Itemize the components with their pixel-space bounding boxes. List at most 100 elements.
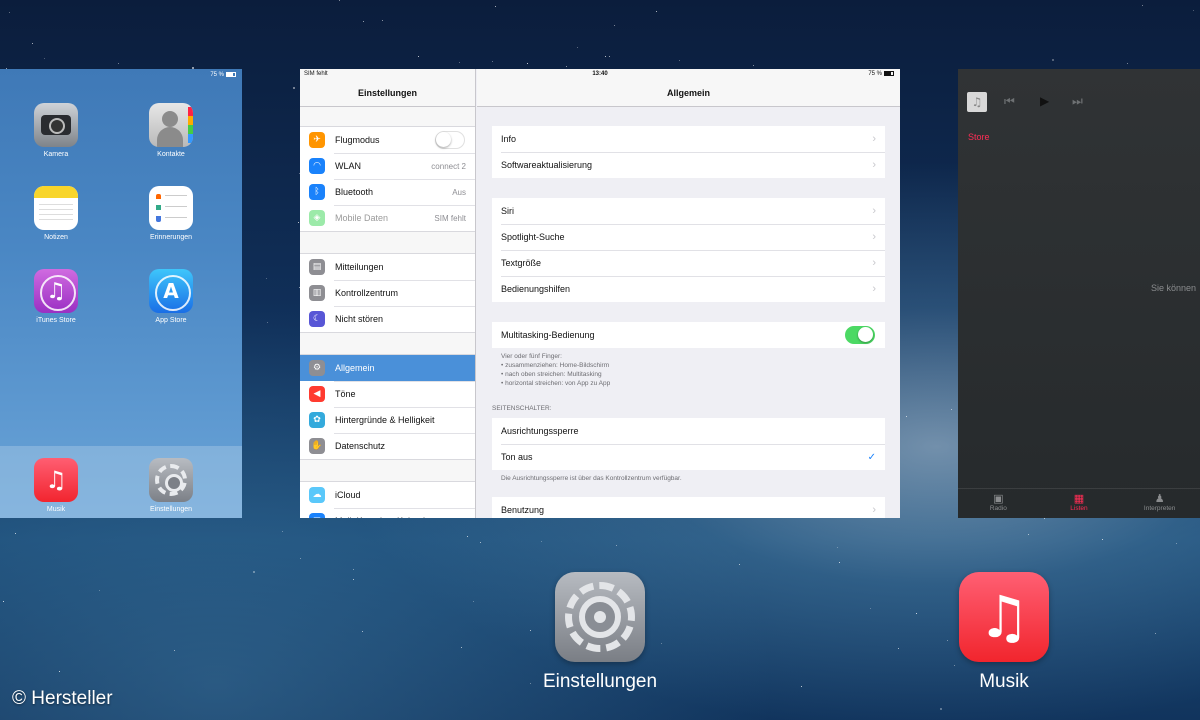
star [492, 61, 493, 62]
row-label: Textgröße [501, 258, 542, 268]
star [362, 631, 363, 632]
settings-group: ✈ Flugmodus ◠ WLAN connect 2 ᛒ Bluetooth Aus ◈ Mo… [300, 126, 475, 232]
app-kamera[interactable]: Kamera [26, 103, 86, 158]
tab-listen[interactable]: ▦ Listen [1049, 489, 1109, 518]
settings-icon [555, 572, 645, 662]
row-accessibility[interactable]: Bedienungshilfen › [492, 276, 885, 302]
contacts-icon [149, 103, 193, 147]
star [473, 601, 474, 602]
star [566, 66, 567, 67]
settings-row-mitteilungen[interactable]: ▤ Mitteilungen [300, 254, 475, 280]
settings-row-icloud[interactable]: ☁ iCloud [300, 482, 475, 508]
app-card-home-screen[interactable]: 75 % Kamera Kontakte Notizen Erinnerunge… [0, 69, 242, 518]
star [1028, 534, 1029, 535]
switcher-app-einstellungen[interactable]: Einstellungen [500, 572, 700, 693]
app-label: Kontakte [157, 151, 185, 158]
app-itunes-store[interactable]: ♫ iTunes Store [26, 269, 86, 324]
row-text-size[interactable]: Textgröße › [492, 250, 885, 276]
row-value: Aus [452, 187, 466, 197]
switcher-app-musik[interactable]: ♫ Musik [904, 572, 1104, 693]
settings-list: ✈ Flugmodus ◠ WLAN connect 2 ᛒ Bluetooth Aus ◈ Mo… [300, 126, 475, 518]
star [44, 58, 45, 59]
settings-row-hintergründe-helligkeit[interactable]: ✿ Hintergründe & Helligkeit [300, 407, 475, 433]
note-line: • horizontal streichen: von App zu App [501, 380, 611, 387]
app-label: Einstellungen [542, 671, 658, 692]
star [253, 571, 255, 573]
tab-interpreten[interactable]: ♟ Interpreten [1130, 489, 1190, 518]
artist-icon: ♟ [1154, 492, 1165, 505]
app-erinnerungen[interactable]: Erinnerungen [141, 186, 201, 241]
camera-icon [34, 103, 78, 147]
star [614, 25, 615, 26]
bluetooth-icon: ᛒ [309, 184, 325, 200]
row-spotlight[interactable]: Spotlight-Suche › [492, 224, 885, 250]
mail-icon: ✉ [309, 513, 325, 518]
app-label: Kamera [43, 151, 69, 158]
store-link[interactable]: Store [968, 132, 990, 142]
star [353, 579, 354, 580]
star [459, 62, 460, 63]
row-label: Benutzung [501, 505, 545, 515]
itunes-store-icon: ♫ [34, 269, 78, 313]
settings-row-mail-kontakte-kalender[interactable]: ✉ Mail, Kontakte, Kalender [300, 508, 475, 518]
row-orientation-lock[interactable]: Ausrichtungssperre [492, 418, 885, 444]
battery-status: 75 % [868, 71, 894, 77]
star [739, 564, 740, 565]
chevron-right-icon: › [872, 133, 876, 145]
control-center-icon: ▥ [309, 285, 325, 301]
settings-row-allgemein[interactable]: ⚙ Allgemein [300, 355, 475, 381]
row-label: Ton aus [501, 452, 533, 462]
row-label: WLAN [335, 161, 362, 171]
app-card-settings[interactable]: Einstellungen ✈ Flugmodus ◠ WLAN connect 2ᛒB… [300, 69, 900, 518]
row-label: Hintergründe & Helligkeit [335, 415, 435, 425]
row-siri[interactable]: Siri › [492, 198, 885, 224]
airplane-mode-toggle[interactable] [435, 131, 465, 149]
chevron-right-icon: › [872, 504, 876, 516]
multitasking-toggle[interactable] [845, 326, 875, 344]
app-store-icon: A [149, 269, 193, 313]
star [1193, 10, 1194, 11]
settings-row-kontrollzentrum[interactable]: ▥ Kontrollzentrum [300, 280, 475, 306]
row-info[interactable]: Info › [492, 126, 885, 152]
app-app-store[interactable]: A App Store [141, 269, 201, 324]
note-line: • zusammenziehen: Home-Bildschirm [501, 362, 610, 369]
star [898, 648, 899, 649]
star [363, 21, 364, 22]
play-icon[interactable]: ▶ [1040, 94, 1049, 108]
app-notizen[interactable]: Notizen [26, 186, 86, 241]
star [32, 43, 33, 44]
previous-track-icon[interactable]: ⏮ [1004, 94, 1015, 109]
dock-app-musik[interactable]: ♫ Musik [26, 458, 86, 513]
settings-row-datenschutz[interactable]: ✋ Datenschutz [300, 433, 475, 459]
star [495, 6, 496, 7]
next-track-icon[interactable]: ⏭ [1072, 94, 1083, 109]
settings-row-bluetooth[interactable]: ᛒ Bluetooth Aus [300, 179, 475, 205]
tab-radio[interactable]: ▣ Radio [968, 489, 1028, 518]
row-usage[interactable]: Benutzung › [492, 497, 885, 518]
hand-icon: ✋ [309, 438, 325, 454]
app-kontakte[interactable]: Kontakte [141, 103, 201, 158]
row-label: Info [501, 134, 517, 144]
settings-row-mobile-daten[interactable]: ◈ Mobile Daten SIM fehlt [300, 205, 475, 231]
row-mute[interactable]: Ton aus ✓ [492, 444, 885, 470]
star [266, 278, 267, 279]
row-software-update[interactable]: Softwareaktualisierung › [492, 152, 885, 178]
music-icon: ♫ [34, 458, 78, 502]
app-label: Musik [46, 506, 66, 513]
app-card-music[interactable]: ♫ ⏮ ▶ ⏭ Store Sie können ▣ Radio ▦ Listen … [958, 69, 1200, 518]
settings-row-nicht-stören[interactable]: ☾ Nicht stören [300, 306, 475, 332]
detail-group-side-switch: Ausrichtungssperre Ton aus ✓ [492, 418, 885, 470]
dock-app-einstellungen[interactable]: Einstellungen [141, 458, 201, 513]
star [418, 56, 419, 57]
settings-row-töne[interactable]: ◀ Töne [300, 381, 475, 407]
empty-library-message: Sie können [1150, 283, 1196, 293]
star [605, 56, 606, 57]
star [282, 531, 283, 532]
star [609, 56, 610, 57]
star [839, 562, 840, 563]
note-line: Vier oder fünf Finger: [501, 353, 562, 360]
settings-row-flugmodus[interactable]: ✈ Flugmodus [300, 127, 475, 153]
star [382, 20, 383, 21]
app-label: Erinnerungen [149, 234, 193, 241]
settings-row-wlan[interactable]: ◠ WLAN connect 2 [300, 153, 475, 179]
